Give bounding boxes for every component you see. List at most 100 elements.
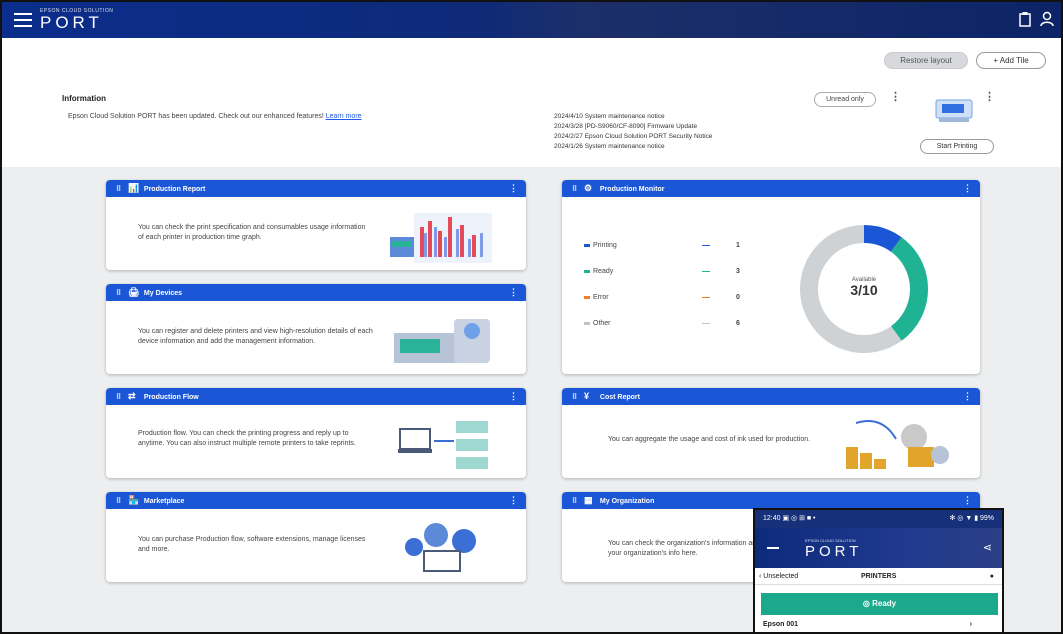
learn-more-link[interactable]: Learn more: [326, 113, 362, 120]
legend-label: Other: [593, 320, 611, 327]
cost-report-card[interactable]: ⠿ ¥ Cost Report ⋮ You can aggregate the …: [562, 388, 980, 478]
card-title: Production Monitor: [599, 186, 665, 193]
share-icon[interactable]: ⋖: [983, 541, 992, 554]
production-report-card[interactable]: ⠿ 📊 Production Report ⋮ You can check th…: [106, 180, 526, 270]
production-monitor-card[interactable]: ⠿ ⚙ Production Monitor ⋮ Printing 1 Ready 3…: [562, 180, 980, 374]
card-menu-icon[interactable]: ⋮: [963, 388, 972, 405]
production-flow-card[interactable]: ⠿ ⇄ Production Flow ⋮ Production flow. Y…: [106, 388, 526, 478]
brand-title: PORT: [40, 13, 103, 32]
phone-printer-name: Epson 001: [763, 621, 799, 628]
information-message: Epson Cloud Solution PORT has been updat…: [68, 113, 326, 120]
card-description: You can check the print specification an…: [138, 224, 366, 241]
ready-check-icon: ◎: [862, 599, 873, 608]
start-printing-button[interactable]: Start Printing: [920, 139, 994, 154]
chart-icon: 📊: [127, 183, 140, 193]
card-header: ⠿ ▦ My Organization ⋮: [562, 492, 980, 509]
card-menu-icon[interactable]: ⋮: [509, 492, 518, 509]
monitor-icon: ⚙: [583, 183, 593, 193]
card-header: ⠿ 🖨 My Devices ⋮: [106, 284, 526, 301]
card-header: ⠿ 📊 Production Report ⋮: [106, 180, 526, 197]
news-item[interactable]: 2024/1/26 System maintenance notice: [554, 142, 712, 152]
legend-dash: [702, 271, 710, 272]
card-title: My Organization: [599, 498, 655, 505]
printer-menu-icon[interactable]: ⋮: [984, 90, 995, 103]
phone-ready-tab[interactable]: ◎ Ready: [761, 593, 998, 615]
my-devices-card[interactable]: ⠿ 🖨 My Devices ⋮ You can register and de…: [106, 284, 526, 374]
port-logo[interactable]: EPSON CLOUD SOLUTION PORT: [40, 8, 113, 32]
news-item[interactable]: 2024/3/28 [PD-S9060/CF-8090] Firmware Up…: [554, 122, 712, 132]
drag-handle-icon[interactable]: ⠿: [116, 285, 126, 302]
news-item[interactable]: 2024/4/10 System maintenance notice: [554, 112, 712, 122]
information-title: Information: [62, 94, 106, 103]
phone-menu-icon[interactable]: [767, 547, 779, 549]
phone-logo: EPSON CLOUD SOLUTION PORT: [805, 538, 862, 560]
information-panel: Restore layout + Add Tile Information Ep…: [2, 38, 1061, 167]
card-header: ⠿ 🏪 Marketplace ⋮: [106, 492, 526, 509]
legend-item: Other 6: [584, 319, 744, 329]
card-title: Production Flow: [143, 394, 199, 401]
legend-swatch: [584, 269, 590, 273]
drag-handle-icon[interactable]: ⠿: [572, 181, 582, 198]
phone-status-left: 12:40 ▣ ◎ ⊞ ■ •: [763, 515, 816, 522]
store-icon: 🏪: [127, 495, 140, 505]
phone-brand-subtitle: EPSON CLOUD SOLUTION: [805, 538, 856, 543]
restore-layout-button[interactable]: Restore layout: [884, 52, 968, 69]
hamburger-menu-icon[interactable]: [14, 13, 32, 27]
legend-label: Ready: [593, 268, 614, 275]
phone-status-right: ✻ ◎ ▼ ▮ 99%: [949, 515, 994, 522]
phone-printer-item[interactable]: Epson 001 ›: [755, 615, 1002, 632]
legend-dash: [702, 323, 710, 324]
information-text: Epson Cloud Solution PORT has been updat…: [68, 113, 362, 120]
phone-notification-icon[interactable]: ●: [990, 568, 994, 585]
legend-item: Printing 1: [584, 241, 744, 251]
drag-handle-icon[interactable]: ⠿: [572, 389, 582, 406]
flow-illustration: [398, 421, 488, 469]
phone-sub-title: PRINTERS: [861, 573, 897, 580]
card-menu-icon[interactable]: ⋮: [509, 388, 518, 405]
add-tile-button[interactable]: + Add Tile: [976, 52, 1046, 69]
card-menu-icon[interactable]: ⋮: [509, 180, 518, 197]
card-title: Marketplace: [143, 498, 185, 505]
organization-icon: ▦: [583, 495, 593, 505]
user-icon[interactable]: [1040, 11, 1056, 27]
drag-handle-icon[interactable]: ⠿: [116, 389, 126, 406]
card-title: My Devices: [143, 290, 183, 297]
phone-ready-label: Ready: [872, 599, 897, 608]
legend-count: 1: [736, 242, 740, 249]
card-description: You can register and delete printers and…: [138, 328, 373, 345]
phone-back-button[interactable]: ‹ Unselected: [759, 568, 798, 585]
phone-status-bar: 12:40 ▣ ◎ ⊞ ■ • ✻ ◎ ▼ ▮ 99%: [755, 510, 1002, 528]
donut-center-value: 3/10: [850, 282, 878, 298]
flow-icon: ⇄: [127, 391, 136, 401]
top-header: EPSON CLOUD SOLUTION PORT: [2, 2, 1061, 38]
news-list: 2024/4/10 System maintenance notice 2024…: [554, 112, 712, 152]
card-description: Production flow. You can check the print…: [138, 430, 356, 447]
drag-handle-icon[interactable]: ⠿: [572, 493, 582, 510]
marketplace-card[interactable]: ⠿ 🏪 Marketplace ⋮ You can purchase Produ…: [106, 492, 526, 582]
drag-handle-icon[interactable]: ⠿: [116, 181, 126, 198]
card-menu-icon[interactable]: ⋮: [509, 284, 518, 301]
marketplace-illustration: [405, 523, 476, 572]
production-report-illustration: [390, 213, 492, 263]
unread-filter-button[interactable]: Unread only: [814, 92, 876, 107]
legend-swatch: [584, 243, 590, 247]
cost-illustration: [846, 420, 949, 469]
devices-illustration: [394, 319, 490, 363]
legend-label: Printing: [593, 242, 617, 249]
card-menu-icon[interactable]: ⋮: [963, 180, 972, 197]
drag-handle-icon[interactable]: ⠿: [116, 493, 126, 510]
card-title: Production Report: [143, 186, 206, 193]
donut-slice-ready[interactable]: [890, 237, 928, 341]
legend-count: 6: [736, 320, 740, 327]
card-menu-icon[interactable]: ⋮: [963, 492, 972, 509]
brand-subtitle: EPSON CLOUD SOLUTION: [40, 8, 114, 14]
cost-icon: ¥: [583, 391, 589, 401]
news-item[interactable]: 2024/2/27 Epson Cloud Solution PORT Secu…: [554, 132, 712, 142]
news-menu-icon[interactable]: ⋮: [890, 90, 901, 103]
legend-swatch: [584, 295, 590, 299]
card-header: ⠿ ¥ Cost Report ⋮: [562, 388, 980, 405]
app-frame: EPSON CLOUD SOLUTION PORT Restore layout…: [0, 0, 1063, 634]
legend-item: Ready 3: [584, 267, 744, 277]
clipboard-icon[interactable]: [1018, 11, 1034, 27]
donut-slice-printing[interactable]: [863, 225, 902, 253]
